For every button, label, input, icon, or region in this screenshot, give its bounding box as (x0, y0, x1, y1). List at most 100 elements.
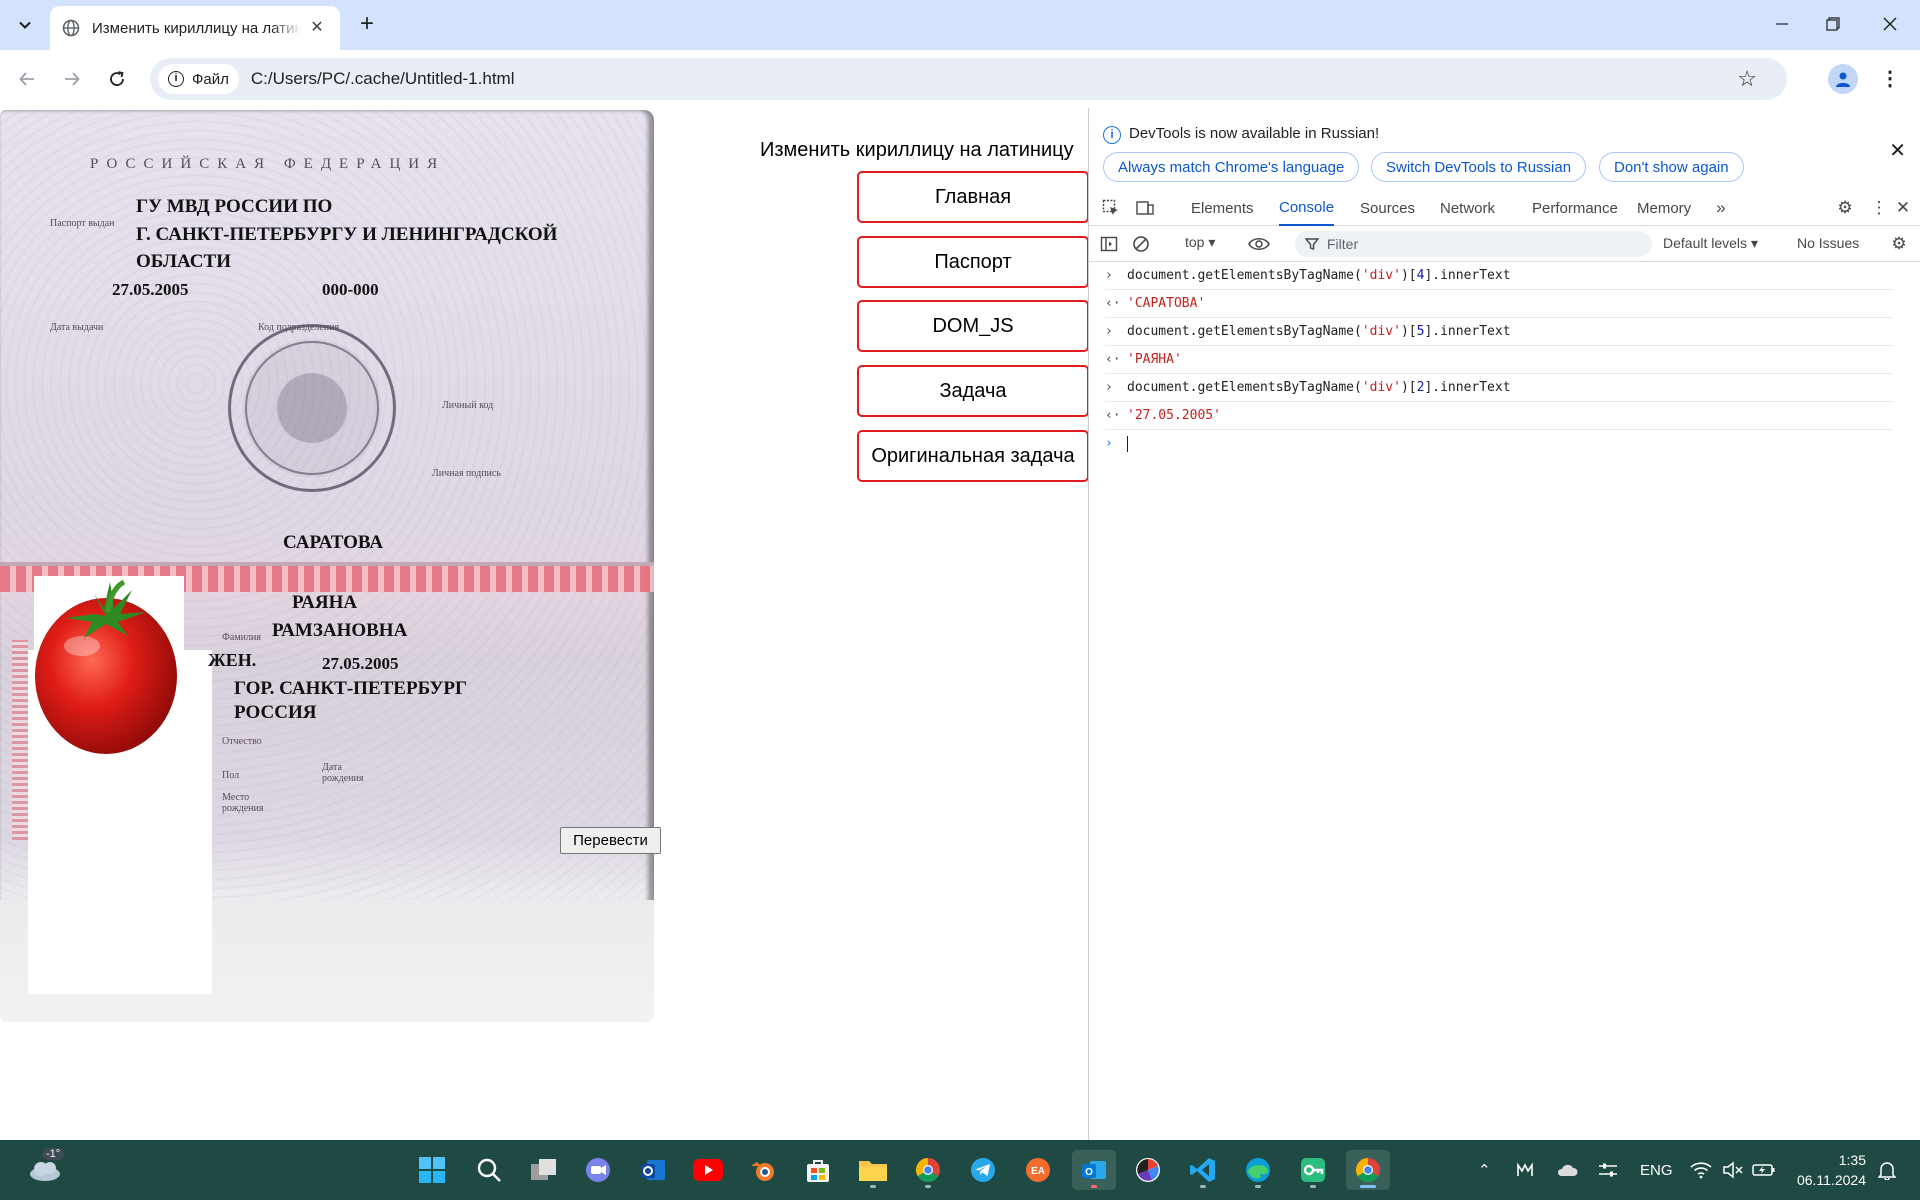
taskbar-app-outlook-new[interactable] (633, 1150, 673, 1190)
start-button[interactable] (412, 1150, 452, 1190)
close-window-button[interactable] (1860, 0, 1920, 48)
context-selector[interactable]: top ▾ (1185, 234, 1215, 251)
browser-tab[interactable]: Изменить кириллицу на латиницу ✕ (50, 6, 340, 50)
taskbar-app-youtube[interactable] (688, 1150, 728, 1190)
more-tabs-icon[interactable]: » (1707, 190, 1735, 226)
taskbar-app-vscode[interactable] (1183, 1150, 1223, 1190)
store-icon (807, 1160, 829, 1182)
tab-network[interactable]: Network (1440, 190, 1495, 226)
bookmark-star-icon[interactable]: ☆ (1737, 66, 1757, 92)
address-bar[interactable]: i Файл C:/Users/PC/.cache/Untitled-1.htm… (150, 58, 1787, 100)
taskbar-app-store[interactable] (798, 1150, 838, 1190)
console-result[interactable]: 'САРАТОВА' (1127, 290, 1205, 318)
taskbar-app-edge[interactable] (1238, 1150, 1278, 1190)
cloud-icon (30, 1162, 60, 1181)
running-indicator (870, 1185, 876, 1188)
forward-button[interactable] (55, 62, 89, 96)
minimize-icon (1776, 23, 1788, 25)
match-language-button[interactable]: Always match Chrome's language (1103, 152, 1360, 182)
log-levels-dropdown[interactable]: Default levels ▾ (1663, 235, 1758, 252)
language-indicator[interactable]: ENG (1640, 1140, 1673, 1200)
taskbar: -1° EA O ⌃ ENG 1:35 06.11.2024 (0, 1140, 1920, 1200)
nav-button-dom-js[interactable]: DOM_JS (857, 300, 1089, 352)
back-button[interactable] (10, 62, 44, 96)
notification-bell-icon[interactable] (1878, 1140, 1896, 1200)
onedrive-cloud-icon[interactable] (1556, 1140, 1578, 1200)
birth-date: 27.05.2005 (322, 654, 399, 673)
taskbar-app-chrome-profile[interactable] (908, 1150, 948, 1190)
tab-memory[interactable]: Memory (1637, 190, 1691, 226)
input-chevron-icon: › (1105, 268, 1113, 283)
translate-button[interactable]: Перевести (560, 827, 661, 854)
url-text[interactable]: C:/Users/PC/.cache/Untitled-1.html (251, 69, 515, 89)
tray-settings-sliders-icon[interactable] (1598, 1140, 1618, 1200)
switch-language-button[interactable]: Switch DevTools to Russian (1371, 152, 1587, 182)
console-prompt[interactable]: › (1105, 430, 1920, 458)
issue-date: 27.05.2005 (112, 280, 189, 299)
task-view-button[interactable] (524, 1150, 564, 1190)
wifi-icon[interactable] (1690, 1140, 1712, 1200)
sidebar-toggle-icon[interactable] (1095, 226, 1123, 262)
blender-icon (751, 1162, 774, 1181)
tray-app-icon[interactable] (1516, 1140, 1534, 1200)
browser-menu-icon[interactable]: ⋮ (1880, 64, 1900, 94)
restore-button[interactable] (1803, 0, 1863, 48)
svg-text:EA: EA (1031, 1166, 1045, 1177)
code-text: )[ (1400, 268, 1417, 283)
site-info-chip[interactable]: i Файл (158, 64, 239, 94)
telegram-icon (971, 1158, 995, 1182)
tab-sources[interactable]: Sources (1360, 190, 1415, 226)
code-text: document.getElementsByTagName( (1127, 380, 1362, 395)
issued-by-line3: ОБЛАСТИ (136, 251, 231, 272)
reload-button[interactable] (100, 62, 134, 96)
tab-performance[interactable]: Performance (1532, 190, 1618, 226)
text-caret (1127, 436, 1128, 452)
code-string: 'div' (1361, 268, 1401, 283)
youtube-icon (693, 1159, 723, 1181)
console-code: document.getElementsByTagName('div')[4].… (1127, 262, 1511, 290)
new-tab-button[interactable]: + (352, 10, 382, 40)
tab-strip: Изменить кириллицу на латиницу ✕ + (0, 0, 1920, 50)
inspect-element-icon[interactable] (1097, 190, 1125, 226)
profile-avatar[interactable] (1828, 64, 1858, 94)
battery-charging-icon[interactable] (1752, 1140, 1776, 1200)
tab-console[interactable]: Console (1279, 190, 1335, 226)
taskbar-app-keepass[interactable] (1293, 1150, 1333, 1190)
close-devtools-icon[interactable]: ✕ (1889, 190, 1917, 226)
dont-show-again-button[interactable]: Don't show again (1599, 152, 1744, 182)
device-toolbar-icon[interactable] (1131, 190, 1159, 226)
taskbar-app-figma[interactable] (1128, 1150, 1168, 1190)
tab-close-icon[interactable]: ✕ (308, 19, 326, 37)
console-settings-gear-icon[interactable]: ⚙ (1885, 226, 1913, 262)
taskbar-app-teams[interactable] (578, 1150, 618, 1190)
taskbar-app-blender[interactable] (743, 1150, 783, 1190)
console-filter-input[interactable]: Filter (1295, 231, 1652, 257)
close-banner-icon[interactable]: ✕ (1889, 138, 1906, 163)
code-text: ].innerText (1424, 268, 1511, 283)
search-button[interactable] (469, 1150, 509, 1190)
clear-console-icon[interactable] (1127, 226, 1155, 262)
tab-elements[interactable]: Elements (1191, 190, 1254, 226)
nav-button-home[interactable]: Главная (857, 171, 1089, 223)
nav-button-task[interactable]: Задача (857, 365, 1089, 417)
live-expression-eye-icon[interactable] (1245, 226, 1273, 262)
taskbar-app-telegram[interactable] (963, 1150, 1003, 1190)
issues-counter[interactable]: No Issues (1797, 235, 1859, 251)
taskbar-app-chrome[interactable] (1346, 1150, 1390, 1190)
taskbar-app-explorer[interactable] (853, 1150, 893, 1190)
console-result[interactable]: '27.05.2005' (1127, 402, 1221, 430)
settings-gear-icon[interactable]: ⚙ (1831, 190, 1859, 226)
nav-button-original-task[interactable]: Оригинальная задача (857, 430, 1089, 482)
code-text: ].innerText (1424, 380, 1511, 395)
tray-overflow-chevron-icon[interactable]: ⌃ (1478, 1140, 1491, 1200)
input-chevron-icon: › (1105, 380, 1113, 395)
result-arrow-icon: ‹· (1105, 408, 1121, 423)
taskbar-app-ea[interactable]: EA (1018, 1150, 1058, 1190)
taskbar-app-outlook[interactable]: O (1072, 1150, 1116, 1190)
weather-widget[interactable]: -1° (20, 1148, 70, 1190)
nav-button-passport[interactable]: Паспорт (857, 236, 1089, 288)
console-result[interactable]: 'РАЯНА' (1127, 346, 1182, 374)
system-clock[interactable]: 1:35 06.11.2024 (1792, 1150, 1866, 1190)
tab-search-button[interactable] (9, 10, 41, 40)
volume-muted-icon[interactable] (1722, 1140, 1744, 1200)
